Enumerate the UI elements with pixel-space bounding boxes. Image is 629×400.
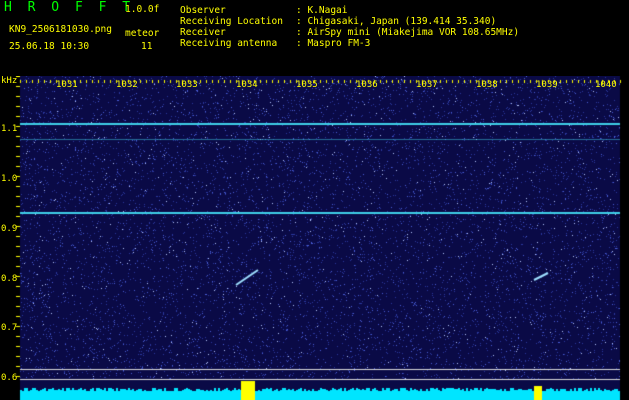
y-tick-label: 0.7 [1,323,18,333]
x-tick-label: 1032 [116,80,138,90]
header-panel: H R O F F T 1.0.0f KN9_2506181030.png me… [0,0,629,76]
meteor-label: meteor [125,28,160,39]
app-brand: H R O F F T [4,0,135,15]
x-tick-label: 1031 [56,80,78,90]
observer-value: : K.Nagai [296,5,348,16]
x-tick-label: 1034 [236,80,258,90]
x-tick-label: 1036 [356,80,378,90]
y-tick-label: 1.0 [1,174,18,184]
app-version: 1.0.0f [125,4,160,15]
date-time: 25.06.18 10:30 [9,41,90,52]
spectrogram-canvas [0,76,629,400]
location-label: Receiving Location [180,16,283,27]
y-tick-label: 0.6 [1,373,18,383]
receiver-value: : AirSpy mini (Miakejima VOR 108.65MHz) [296,27,520,38]
x-tick-label: 1040 [595,80,617,90]
x-tick-label: 1039 [536,80,558,90]
file-name: KN9_2506181030.png [9,24,112,35]
receiver-label: Receiver [180,27,226,38]
x-tick-label: 1033 [176,80,198,90]
meteor-count: 11 [141,41,153,52]
x-tick-label: 1037 [416,80,438,90]
y-tick-label: 0.9 [1,224,18,234]
antenna-label: Receiving antenna [180,38,278,49]
x-tick-label: 1038 [476,80,498,90]
observer-label: Observer [180,5,226,16]
y-tick-label: 1.1 [1,124,18,134]
location-value: : Chigasaki, Japan (139.414 35.340) [296,16,497,27]
antenna-value: : Maspro FM-3 [296,38,371,49]
x-tick-label: 1035 [296,80,318,90]
y-tick-label: 0.8 [1,274,18,284]
y-axis-unit: kHz [1,76,18,86]
